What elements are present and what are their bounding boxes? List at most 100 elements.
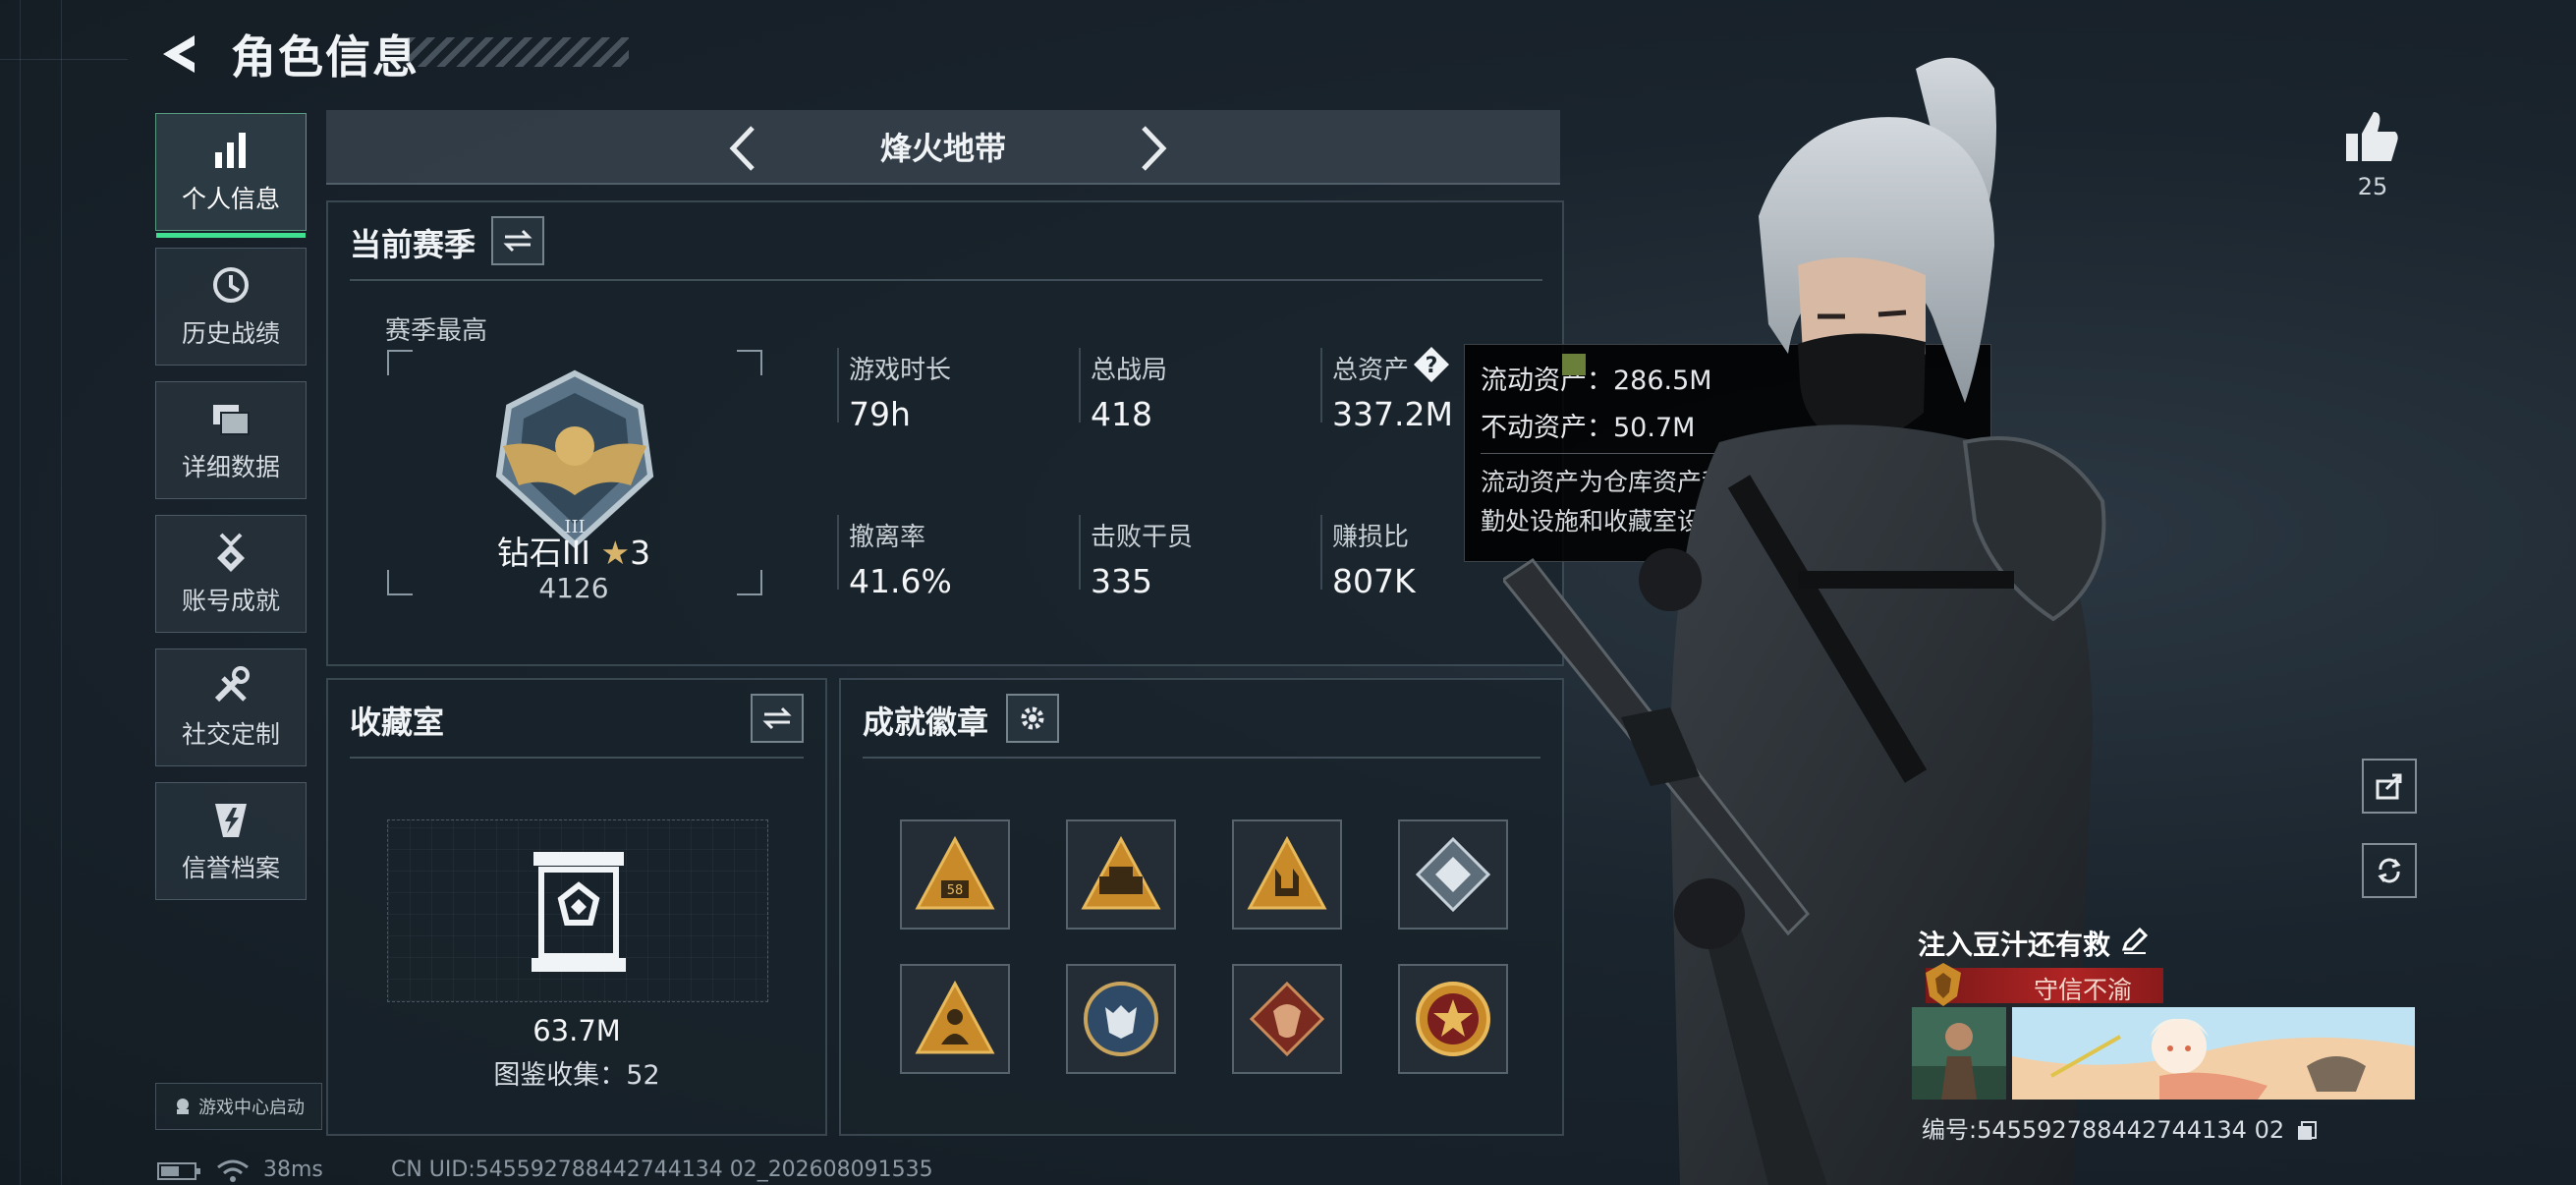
banner-card[interactable] — [2012, 1007, 2415, 1100]
sidebar-item-social[interactable]: 社交定制 — [155, 649, 307, 766]
sidebar-item-label: 历史战绩 — [181, 319, 280, 348]
sidebar-item-label: 社交定制 — [181, 720, 280, 749]
back-button[interactable] — [155, 29, 204, 79]
game-center-label: 游戏中心启动 — [198, 1098, 305, 1118]
thumbs-up-icon — [2346, 112, 2398, 161]
stat-label: 总资产 — [1332, 356, 1410, 385]
sidebar-item-details[interactable]: 详细数据 — [155, 381, 307, 499]
sidebar-item-achievements[interactable]: 账号成就 — [155, 515, 307, 633]
edit-name-button[interactable] — [2120, 926, 2154, 959]
medal-icon — [217, 533, 245, 572]
achievement-badge[interactable] — [1066, 819, 1176, 930]
achievement-badge[interactable]: 58 — [900, 819, 1010, 930]
stat-value: 79h — [849, 395, 911, 433]
gear-icon — [1021, 706, 1044, 730]
stat-divider — [1320, 348, 1322, 423]
mode-selector: 烽火地带 — [326, 110, 1560, 185]
achievement-badge[interactable] — [1398, 819, 1508, 930]
tools-icon — [214, 666, 250, 703]
season-switch-button[interactable] — [491, 216, 544, 265]
collection-switch-button[interactable] — [751, 694, 804, 743]
wifi-icon — [217, 1159, 249, 1182]
player-name-text: 注入豆汁还有救 — [1918, 929, 2111, 961]
account-uid: CN UID:545592788442744134 02_20260809153… — [391, 1157, 933, 1182]
stat-value: 41.6% — [849, 562, 952, 600]
panel-divider — [350, 757, 804, 759]
like-count: 25 — [2357, 173, 2388, 200]
stat-label: 总战局 — [1091, 356, 1168, 385]
chevron-right-icon — [1142, 126, 1167, 171]
stat-value: 418 — [1091, 395, 1152, 433]
sidebar-item-label: 个人信息 — [181, 185, 280, 213]
player-title: 守信不渝 — [2034, 976, 2133, 1004]
asset-help-button[interactable]: ? — [1413, 346, 1450, 383]
star-icon: ★ — [600, 534, 631, 572]
collection-display[interactable] — [387, 819, 768, 1002]
title-decoration — [408, 37, 629, 67]
sidebar-item-history[interactable]: 历史战绩 — [155, 248, 307, 366]
history-clock-icon — [213, 267, 249, 303]
stat-label: 撤离率 — [849, 523, 926, 552]
bar-chart-icon — [215, 133, 246, 168]
panel-divider — [863, 757, 1540, 759]
game-center-launch-button[interactable]: 游戏中心启动 — [155, 1083, 322, 1130]
rank-emblem-icon: III — [495, 369, 654, 549]
swap-icon — [762, 706, 792, 730]
rank-name-row: 钻石III ★3 — [426, 527, 721, 574]
refresh-icon — [2378, 858, 2401, 883]
stat-label: 赚损比 — [1332, 523, 1410, 552]
mode-next-button[interactable] — [1134, 124, 1173, 173]
stat-divider — [837, 515, 839, 590]
mode-prev-button[interactable] — [723, 124, 762, 173]
achievement-badge[interactable] — [1232, 964, 1342, 1074]
badge-58-icon: 58 — [915, 835, 995, 910]
title-emblem-icon — [1926, 963, 1961, 1006]
folder-stack-icon — [213, 405, 250, 435]
svg-text:?: ? — [1426, 354, 1438, 378]
sidebar-item-label: 详细数据 — [181, 453, 280, 481]
copy-icon — [2297, 1121, 2317, 1140]
display-case-icon — [532, 852, 626, 972]
stat-label: 游戏时长 — [849, 356, 952, 385]
badge-tank-icon — [1081, 835, 1161, 910]
badge-soldier-icon — [915, 980, 995, 1054]
back-arrow-icon — [163, 35, 195, 73]
player-id: 编号:545592788442744134 02 — [1922, 1110, 2318, 1145]
season-best-label: 赛季最高 — [385, 316, 488, 346]
collection-value: 63.7M — [532, 1014, 621, 1047]
page-title: 角色信息 — [231, 30, 420, 84]
achievements-title: 成就徽章 — [863, 704, 989, 741]
achievement-badge[interactable] — [1066, 964, 1176, 1074]
sidebar-item-label: 账号成就 — [181, 587, 280, 615]
help-icon: ? — [1414, 347, 1449, 382]
swap-icon — [503, 229, 532, 253]
refresh-button[interactable] — [2362, 843, 2417, 898]
sidebar-item-personal-info[interactable]: 个人信息 — [155, 113, 307, 238]
achievement-badge[interactable] — [1398, 964, 1508, 1074]
badge-gem-icon — [1415, 836, 1491, 913]
stat-divider — [1320, 515, 1322, 590]
like-button[interactable] — [2340, 106, 2403, 169]
portrait-card[interactable] — [1912, 1007, 2006, 1100]
achievement-badge[interactable] — [1232, 819, 1342, 930]
mode-title: 烽火地带 — [879, 130, 1006, 167]
season-title: 当前赛季 — [350, 226, 476, 263]
rank-name: 钻石III — [496, 534, 591, 572]
battery-icon — [157, 1162, 200, 1180]
panel-divider — [350, 279, 1542, 281]
game-center-icon — [177, 1099, 189, 1114]
shield-bolt-icon — [215, 804, 247, 837]
badge-wolf-icon — [1084, 982, 1158, 1056]
svg-text:58: 58 — [947, 883, 964, 898]
stat-value: 335 — [1091, 562, 1152, 600]
achievements-settings-button[interactable] — [1006, 694, 1059, 743]
player-name: 注入豆汁还有救 — [1918, 924, 2149, 963]
rank-score: 4126 — [538, 572, 609, 604]
share-button[interactable] — [2362, 759, 2417, 814]
achievement-badge[interactable] — [900, 964, 1010, 1074]
stat-value: 337.2M — [1332, 395, 1453, 433]
copy-id-button[interactable] — [2296, 1120, 2318, 1142]
collection-panel: 收藏室 63.7M 图鉴收集：52 — [326, 678, 827, 1136]
sidebar-item-credit[interactable]: 信誉档案 — [155, 782, 307, 900]
rank-stars: 3 — [630, 534, 651, 572]
